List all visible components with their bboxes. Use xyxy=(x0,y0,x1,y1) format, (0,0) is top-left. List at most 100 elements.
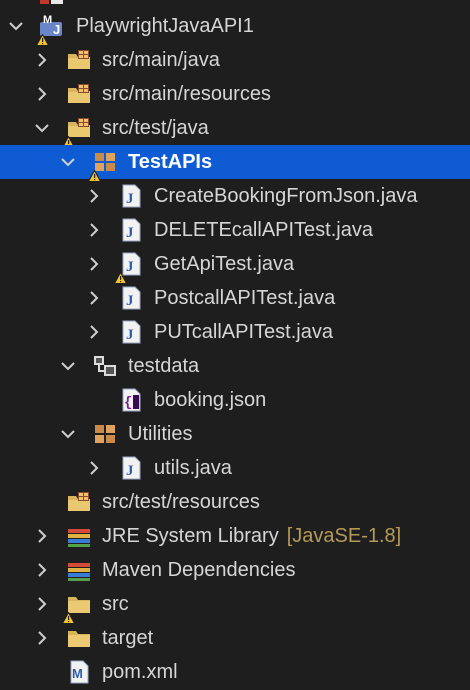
tree-item-label: PostcallAPITest.java xyxy=(154,287,335,309)
folder-icon xyxy=(66,625,92,651)
tree-item-text: GetApiTest.java xyxy=(154,253,295,275)
tree-item-testdata[interactable]: testdata xyxy=(0,349,470,383)
chevron-right-icon[interactable] xyxy=(34,562,50,578)
tree-item-utilities[interactable]: Utilities xyxy=(0,417,470,451)
tree-item-booking-json[interactable]: { booking.json xyxy=(0,383,470,417)
tree-item-putcallapitest-java[interactable]: J PUTcallAPITest.java xyxy=(0,315,470,349)
tree-item-getapitest-java[interactable]: J GetApiTest.java xyxy=(0,247,470,284)
chevron-right-icon[interactable] xyxy=(34,630,50,646)
tree-item-label: TestAPIs xyxy=(128,151,212,173)
tree-item-text: TestAPIs xyxy=(128,151,213,173)
chevron-right-icon[interactable] xyxy=(34,528,50,544)
tree-item-text: target xyxy=(102,627,154,649)
source-folder-icon xyxy=(66,489,92,515)
tree-item-utils-java[interactable]: Jutils.java xyxy=(0,451,470,485)
tree-item-text: src/main/resources xyxy=(102,83,271,105)
tree-item-text: PUTcallAPITest.java xyxy=(154,321,333,343)
tree-item-jre-system-library[interactable]: JRE System Library [JavaSE-1.8] xyxy=(0,519,470,553)
tree-item-playwrightjavaapi1[interactable]: M J PlaywrightJavaAPI1 xyxy=(0,9,470,46)
tree-item-text: src/test/java xyxy=(102,117,209,139)
svg-text:M: M xyxy=(43,14,52,26)
source-folder-icon xyxy=(66,47,92,73)
tree-item-deletecallapitest-java[interactable]: J DELETEcallAPITest.java xyxy=(0,213,470,247)
java-file-icon: J xyxy=(118,319,144,345)
tree-item-label: pom.xml xyxy=(102,661,178,683)
tree-item-target[interactable]: target xyxy=(0,621,470,655)
chevron-down-icon[interactable] xyxy=(8,18,24,34)
tree-item-label: src/test/java xyxy=(102,117,209,139)
tree-item-maven-dependencies[interactable]: Maven Dependencies xyxy=(0,553,470,587)
tree-item-text: src xyxy=(102,593,129,615)
chevron-right-icon[interactable] xyxy=(86,460,102,476)
chevron-right-icon[interactable] xyxy=(86,324,102,340)
chevron-right-icon[interactable] xyxy=(86,256,102,272)
tree-item-label: utils.java xyxy=(154,457,232,479)
source-folder-icon xyxy=(66,81,92,107)
tree-item-postcallapitest-java[interactable]: J PostcallAPITest.java xyxy=(0,281,470,315)
library-icon xyxy=(66,523,92,549)
tree-item-text: PlaywrightJavaAPI1 xyxy=(76,15,254,37)
tree-item-text: booking.json xyxy=(154,389,267,411)
tree-item-label: Maven Dependencies xyxy=(102,559,295,581)
project-explorer-tree: M J PlaywrightJavaAPI1 src/main/java src/… xyxy=(0,0,470,690)
svg-text:J: J xyxy=(126,327,134,343)
tree-item-label: GetApiTest.java xyxy=(154,253,294,275)
tree-item-text: pom.xml xyxy=(102,661,178,683)
tree-item-text: utils.java xyxy=(154,457,232,479)
tree-item-label: PlaywrightJavaAPI1 xyxy=(76,15,254,37)
json-file-icon: { xyxy=(118,387,144,413)
chevron-down-icon[interactable] xyxy=(60,358,76,374)
svg-text:J: J xyxy=(126,191,134,207)
package-icon xyxy=(92,421,118,447)
svg-text:J: J xyxy=(126,463,134,479)
tree-item-src[interactable]: src xyxy=(0,587,470,624)
svg-text:{: { xyxy=(124,395,132,411)
chevron-down-icon[interactable] xyxy=(60,426,76,442)
tree-item-label: DELETEcallAPITest.java xyxy=(154,219,373,241)
tree-item-label: Utilities xyxy=(128,423,192,445)
tree-item-label: src/main/java xyxy=(102,49,220,71)
tree-item-label: CreateBookingFromJson.java xyxy=(154,185,417,207)
maven-pom-icon: M xyxy=(66,659,92,685)
tree-item-testapis[interactable]: TestAPIs xyxy=(0,145,470,182)
tree-item-label: JRE System Library [JavaSE-1.8] xyxy=(102,525,401,547)
svg-text:J: J xyxy=(126,293,134,309)
tree-item-label: testdata xyxy=(128,355,199,377)
tree-item-src-test-resources[interactable]: src/test/resources xyxy=(0,485,470,519)
tree-item-src-test-java[interactable]: src/test/java xyxy=(0,111,470,148)
tree-item-src-main-java[interactable]: src/main/java xyxy=(0,43,470,77)
tree-item-label: booking.json xyxy=(154,389,266,411)
svg-text:M: M xyxy=(72,666,83,681)
svg-text:J: J xyxy=(126,225,134,241)
chevron-right-icon[interactable] xyxy=(86,290,102,306)
svg-text:J: J xyxy=(126,259,134,275)
tree-item-text: PostcallAPITest.java xyxy=(154,287,336,309)
chevron-down-icon[interactable] xyxy=(60,154,76,170)
tree-item-text: Maven Dependencies xyxy=(102,559,296,581)
java-file-icon: J xyxy=(118,183,144,209)
tree-item-text: DELETEcallAPITest.java xyxy=(154,219,373,241)
library-icon xyxy=(66,557,92,583)
tree-item-pom-xml[interactable]: Mpom.xml xyxy=(0,655,470,689)
tree-item-text: CreateBookingFromJson.java xyxy=(154,185,418,207)
chevron-down-icon[interactable] xyxy=(34,120,50,136)
tree-item-text: JRE System Library xyxy=(102,525,279,547)
tree-item-createbookingfromjson-java[interactable]: J CreateBookingFromJson.java xyxy=(0,179,470,213)
chevron-right-icon[interactable] xyxy=(34,596,50,612)
tree-item-label: target xyxy=(102,627,153,649)
package-folder-icon xyxy=(92,353,118,379)
partial-item-icon xyxy=(40,0,66,4)
chevron-right-icon[interactable] xyxy=(86,222,102,238)
java-file-icon: J xyxy=(118,285,144,311)
tree-item-text: testdata xyxy=(128,355,200,377)
tree-item-decoration: [JavaSE-1.8] xyxy=(286,525,402,547)
tree-item-src-main-resources[interactable]: src/main/resources xyxy=(0,77,470,111)
java-file-icon: J xyxy=(118,217,144,243)
tree-item-label: src xyxy=(102,593,129,615)
tree-item-label: src/test/resources xyxy=(102,491,260,513)
chevron-right-icon[interactable] xyxy=(34,52,50,68)
tree-item-label: src/main/resources xyxy=(102,83,271,105)
tree-item-text: src/main/java xyxy=(102,49,220,71)
chevron-right-icon[interactable] xyxy=(34,86,50,102)
chevron-right-icon[interactable] xyxy=(86,188,102,204)
